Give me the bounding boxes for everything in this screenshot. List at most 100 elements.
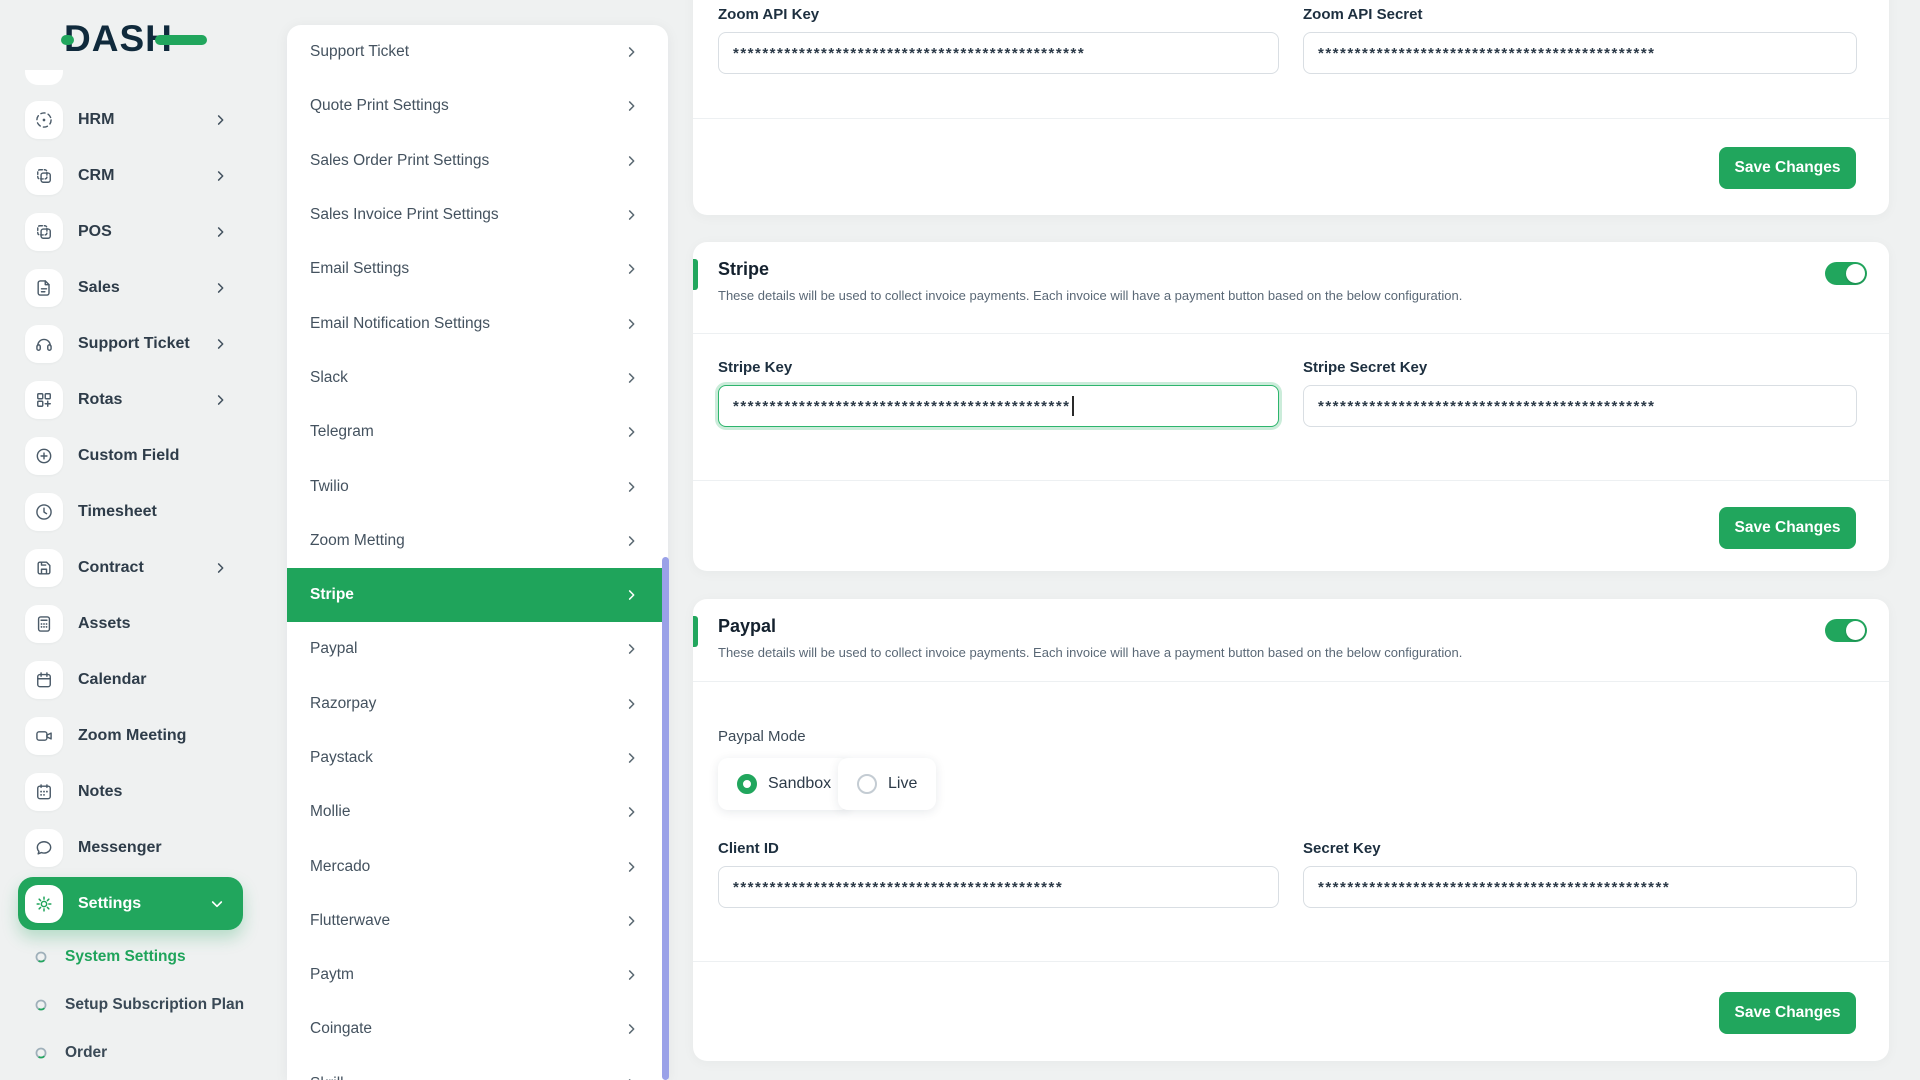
secret-key-label: Secret Key [1303,840,1381,857]
settings-menu-item-telegram[interactable]: Telegram [287,405,668,459]
sidebar-item-label: Support Ticket [78,335,190,352]
settings-menu-item-paytm[interactable]: Paytm [287,948,668,1002]
sidebar-item-calendar[interactable]: Calendar [25,656,260,704]
headset-icon [25,325,63,363]
stripe-card-description: These details will be used to collect in… [718,288,1463,303]
zoom-api-key-label: Zoom API Key [718,6,820,23]
stripe-settings-card: Stripe These details will be used to col… [693,242,1889,571]
settings-subnav: System Settings Setup Subscription Plan … [0,933,260,1077]
sidebar-item-assets[interactable]: Assets [25,600,260,648]
clipped-menu-icon-box [25,70,63,85]
sidebar-item-label: CRM [78,167,115,184]
save-button[interactable]: Save Changes [1719,507,1856,549]
subnav-item-setup-subscription-plan[interactable]: Setup Subscription Plan [0,981,260,1029]
chevron-right-icon [624,99,639,114]
chevron-right-icon [213,337,228,352]
sidebar-item-rotas[interactable]: Rotas [25,376,260,424]
zoom-api-secret-label: Zoom API Secret [1303,6,1423,23]
settings-menu-item-flutterwave[interactable]: Flutterwave [287,894,668,948]
settings-menu-item-coingate[interactable]: Coingate [287,1002,668,1056]
zoom-api-key-input[interactable]: ****************************************… [718,32,1279,74]
settings-menu-item-quote-print-settings[interactable]: Quote Print Settings [287,79,668,133]
calculator-icon [25,605,63,643]
chevron-right-icon [624,751,639,766]
sidebar-item-pos[interactable]: POS [25,208,260,256]
sidebar-item-hrm[interactable]: HRM [25,96,260,144]
divider [693,333,1889,334]
bullet-icon [34,950,48,964]
app-logo[interactable]: DASH [61,18,207,60]
sidebar-item-label: Custom Field [78,447,180,464]
chevron-right-icon [213,113,228,128]
logo-accent-dot [61,35,74,45]
settings-menu-item-slack[interactable]: Slack [287,351,668,405]
settings-menu-item-mollie[interactable]: Mollie [287,785,668,839]
sidebar-item-label: Settings [78,894,142,912]
sidebar-item-label: Assets [78,615,131,632]
settings-menu-item-skrill[interactable]: Skrill [287,1057,668,1080]
client-id-input[interactable]: ****************************************… [718,866,1279,908]
chevron-right-icon [624,262,639,277]
settings-menu-item-paypal[interactable]: Paypal [287,622,668,676]
paypal-enabled-toggle[interactable] [1825,619,1867,642]
chevron-right-icon [624,316,639,331]
radio-unselected-icon [857,774,877,794]
sidebar-item-custom-field[interactable]: Custom Field [25,432,260,480]
secret-key-input[interactable]: ****************************************… [1303,866,1857,908]
sidebar-item-label: Zoom Meeting [78,727,187,744]
sidebar-item-label: POS [78,223,112,240]
settings-menu-item-paystack[interactable]: Paystack [287,731,668,785]
sidebar-item-zoom-meeting[interactable]: Zoom Meeting [25,712,260,760]
save-button[interactable]: Save Changes [1719,147,1856,189]
settings-menu-item-support-ticket[interactable]: Support Ticket [287,25,668,79]
zoom-api-secret-input[interactable]: ****************************************… [1303,32,1857,74]
settings-menu-item-sales-order-print-settings[interactable]: Sales Order Print Settings [287,134,668,188]
subnav-item-order[interactable]: Order [0,1029,260,1077]
chevron-right-icon [624,588,639,603]
sidebar-item-sales[interactable]: Sales [25,264,260,312]
chevron-right-icon [624,370,639,385]
settings-menu-item-sales-invoice-print-settings[interactable]: Sales Invoice Print Settings [287,188,668,242]
settings-menu-item-stripe[interactable]: Stripe [287,567,668,623]
settings-menu-item-email-notification-settings[interactable]: Email Notification Settings [287,296,668,350]
copy-icon [25,157,63,195]
chevron-right-icon [624,1076,639,1080]
chevron-right-icon [624,859,639,874]
settings-menu-item-email-settings[interactable]: Email Settings [287,242,668,296]
settings-menu-item-zoom-metting[interactable]: Zoom Metting [287,514,668,568]
chevron-right-icon [624,208,639,223]
subnav-item-system-settings[interactable]: System Settings [0,933,260,981]
sidebar-item-settings[interactable]: Settings [18,877,243,930]
chevron-right-icon [213,561,228,576]
settings-menu-item-twilio[interactable]: Twilio [287,459,668,513]
gear-icon [25,884,63,923]
page: DASH HRM CRM POS Sales Support Ticket Ro… [0,0,1920,1080]
paypal-mode-live-option[interactable]: Live [838,758,937,810]
stripe-secret-key-label: Stripe Secret Key [1303,359,1428,376]
settings-menu-item-razorpay[interactable]: Razorpay [287,677,668,731]
paypal-mode-sandbox-option[interactable]: Sandbox [718,758,851,810]
chevron-right-icon [624,425,639,440]
sidebar-item-crm[interactable]: CRM [25,152,260,200]
sidebar-item-support-ticket[interactable]: Support Ticket [25,320,260,368]
sidebar-item-contract[interactable]: Contract [25,544,260,592]
stripe-enabled-toggle[interactable] [1825,262,1867,285]
stripe-secret-key-input[interactable]: ****************************************… [1303,385,1857,427]
sidebar-item-messenger[interactable]: Messenger [25,824,260,872]
divider [693,961,1889,962]
save-button[interactable]: Save Changes [1719,992,1856,1034]
circle-plus-icon [25,437,63,475]
settings-menu-item-mercado[interactable]: Mercado [287,839,668,893]
sidebar-item-notes[interactable]: Notes [25,768,260,816]
menu-scrollbar[interactable] [662,557,669,1080]
calendar-icon [25,661,63,699]
hrm-icon [25,101,63,139]
toggle-knob [1846,621,1865,640]
stripe-key-input[interactable]: ****************************************… [718,385,1279,427]
sidebar-nav: HRM CRM POS Sales Support Ticket Rotas C… [0,96,260,880]
sidebar-item-timesheet[interactable]: Timesheet [25,488,260,536]
radio-selected-icon [737,774,757,794]
chevron-right-icon [213,169,228,184]
zoom-settings-card: Zoom API Key ***************************… [693,0,1889,215]
paypal-settings-card: Paypal These details will be used to col… [693,599,1889,1061]
